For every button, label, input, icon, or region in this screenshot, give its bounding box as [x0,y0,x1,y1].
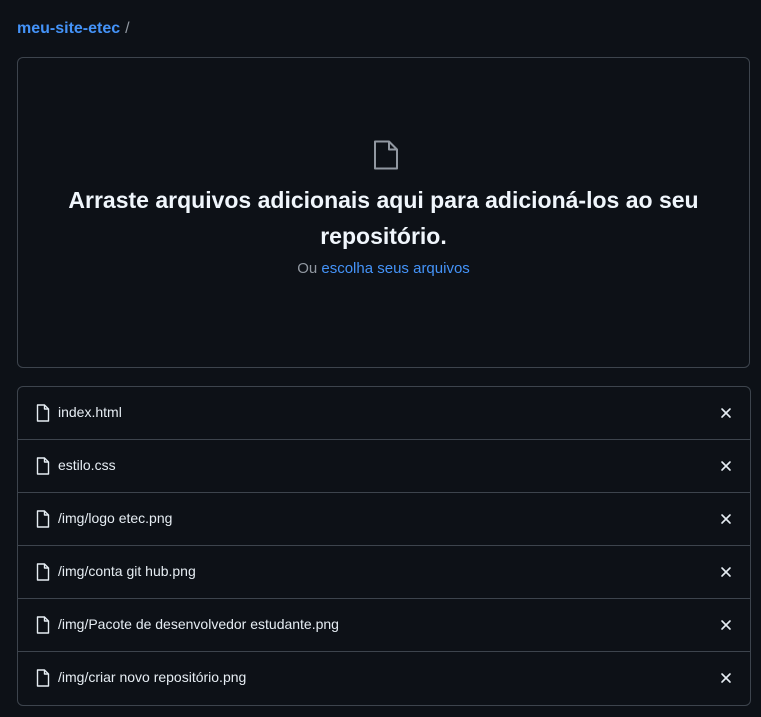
file-icon [36,457,50,475]
file-row: /img/conta git hub.png [18,545,750,598]
file-icon [36,404,50,422]
file-dropzone[interactable]: Arraste arquivos adicionais aqui para ad… [17,57,750,368]
file-row: /img/Pacote de desenvolvedor estudante.p… [18,598,750,651]
file-icon [36,616,50,634]
breadcrumb-separator: / [125,20,130,37]
close-icon[interactable] [718,458,734,474]
dropzone-subtitle-prefix: Ou [297,260,318,277]
file-name: estilo.css [58,457,116,473]
close-icon[interactable] [718,564,734,580]
dropzone-title: Arraste arquivos adicionais aqui para ad… [68,187,699,249]
file-name: /img/logo etec.png [58,510,173,526]
file-row: index.html [18,387,750,439]
file-icon [36,563,50,581]
file-row: /img/logo etec.png [18,492,750,545]
breadcrumb-repo-link[interactable]: meu-site-etec [17,20,120,37]
uploaded-file-list: index.html estilo.css /img/logo etec.png… [17,386,751,706]
file-name: /img/conta git hub.png [58,563,196,579]
breadcrumb: meu-site-etec / [17,19,130,39]
close-icon[interactable] [718,617,734,633]
close-icon[interactable] [718,670,734,686]
file-name: index.html [58,404,122,420]
file-name: /img/criar novo repositório.png [58,669,247,685]
file-name: /img/Pacote de desenvolvedor estudante.p… [58,616,339,632]
choose-files-link[interactable]: escolha seus arquivos [321,260,469,277]
file-icon [36,669,50,687]
file-icon [36,510,50,528]
file-icon [374,140,398,170]
close-icon[interactable] [718,511,734,527]
file-row: estilo.css [18,439,750,492]
file-row: /img/criar novo repositório.png [18,651,750,704]
dropzone-subtitle: Ou escolha seus arquivos [18,259,749,279]
close-icon[interactable] [718,405,734,421]
